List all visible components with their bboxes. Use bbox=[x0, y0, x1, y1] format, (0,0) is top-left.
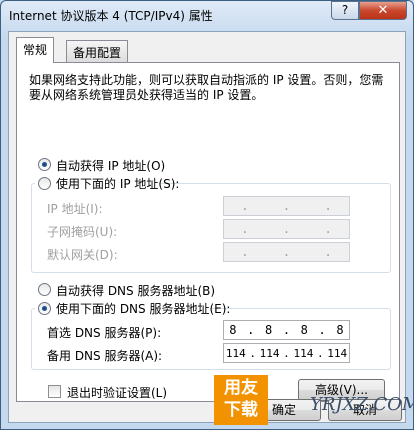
subnet-mask-field[interactable]: ... bbox=[223, 219, 350, 239]
tab-alternate-config[interactable]: 备用配置 bbox=[66, 40, 129, 62]
title-bar[interactable]: Internet 协议版本 4 (TCP/IPv4) 属性 ? ✕ bbox=[1, 1, 413, 31]
default-gateway-label: 默认网关(D): bbox=[47, 248, 118, 262]
manual-dns-radio[interactable] bbox=[38, 302, 51, 315]
auto-dns-label[interactable]: 自动获得 DNS 服务器地址(B) bbox=[56, 282, 215, 299]
watermark-logo: 用友 下载 bbox=[214, 375, 268, 425]
window-title: Internet 协议版本 4 (TCP/IPv4) 属性 bbox=[9, 9, 213, 23]
description-text: 如果网络支持此功能，则可以获取自动指派的 IP 设置。否则，您需要从网络系统管理… bbox=[29, 73, 384, 102]
alternate-dns-label: 备用 DNS 服务器(A): bbox=[47, 349, 163, 363]
subnet-mask-label: 子网掩码(U): bbox=[47, 225, 118, 239]
default-gateway-field[interactable]: ... bbox=[223, 242, 350, 262]
close-button[interactable]: ✕ bbox=[359, 1, 407, 20]
manual-ip-radio[interactable] bbox=[38, 177, 51, 190]
ip-address-label: IP 地址(I): bbox=[47, 202, 103, 216]
alternate-dns-field[interactable]: 114. 114. 114. 114 bbox=[223, 343, 350, 363]
manual-dns-option: 使用下面的 DNS 服务器地址(E): bbox=[35, 300, 230, 317]
validate-on-exit-checkbox[interactable] bbox=[48, 385, 61, 398]
tab-general[interactable]: 常规 bbox=[16, 37, 55, 63]
manual-ip-option: 使用下面的 IP 地址(S): bbox=[35, 175, 179, 192]
manual-ip-label[interactable]: 使用下面的 IP 地址(S): bbox=[56, 177, 179, 191]
tab-panel-general: 如果网络支持此功能，则可以获取自动指派的 IP 设置。否则，您需要从网络系统管理… bbox=[16, 62, 400, 402]
manual-dns-label[interactable]: 使用下面的 DNS 服务器地址(E): bbox=[56, 302, 230, 316]
dialog-client: 常规 备用配置 如果网络支持此功能，则可以获取自动指派的 IP 设置。否则，您需… bbox=[8, 31, 406, 423]
auto-ip-label[interactable]: 自动获得 IP 地址(O) bbox=[56, 157, 165, 174]
ip-address-field[interactable]: ... bbox=[223, 196, 350, 216]
preferred-dns-label: 首选 DNS 服务器(P): bbox=[47, 326, 162, 340]
preferred-dns-field[interactable]: 8. 8. 8. 8 bbox=[223, 320, 350, 340]
validate-on-exit-label[interactable]: 退出时验证设置(L) bbox=[67, 384, 167, 401]
watermark-site: YRJXZ.COM bbox=[310, 394, 414, 415]
auto-ip-radio[interactable] bbox=[38, 158, 51, 171]
auto-dns-radio[interactable] bbox=[38, 283, 51, 296]
help-button[interactable]: ? bbox=[331, 1, 359, 20]
dialog-window: Internet 协议版本 4 (TCP/IPv4) 属性 ? ✕ 常规 备用配… bbox=[0, 0, 414, 430]
